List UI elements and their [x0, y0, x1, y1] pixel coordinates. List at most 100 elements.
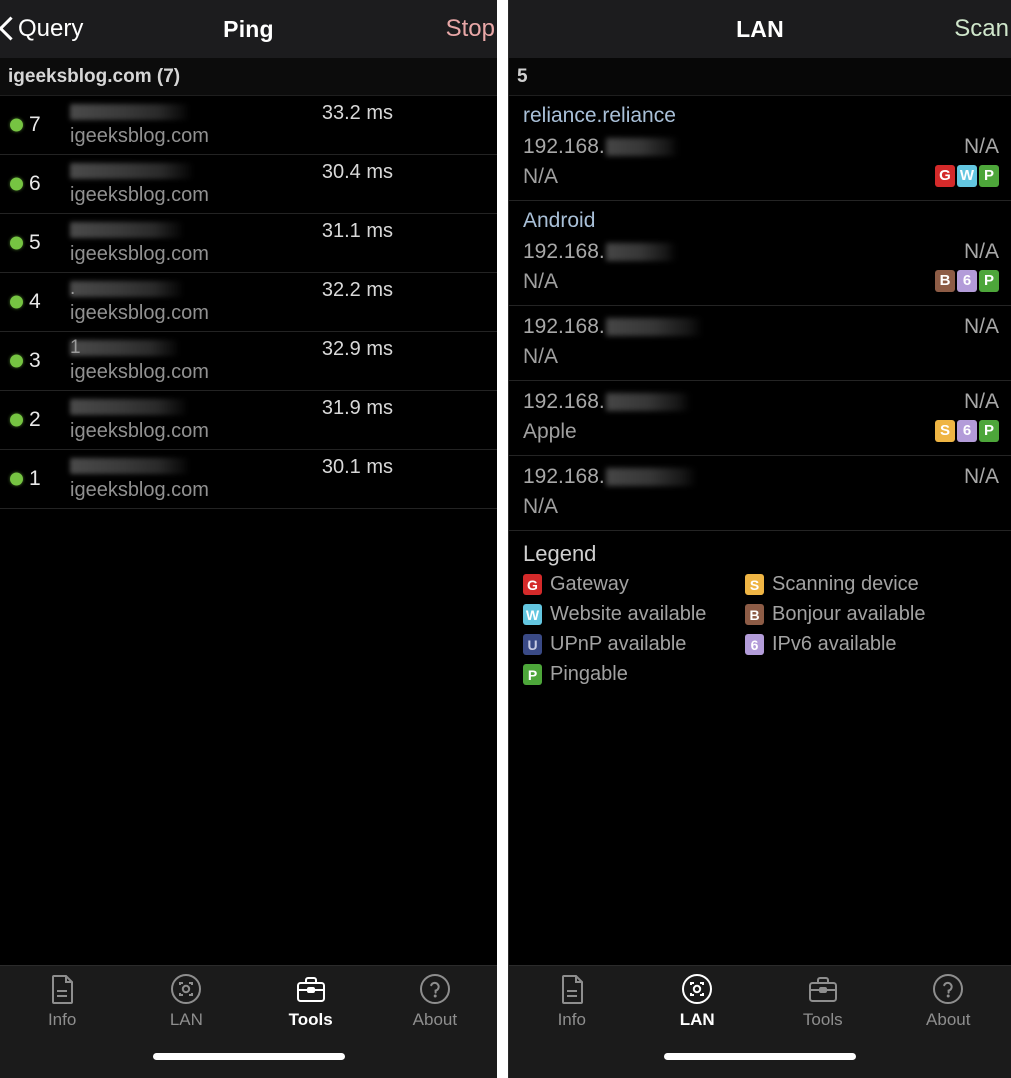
question-circle-icon	[931, 972, 965, 1006]
scan-button[interactable]: Scan	[954, 15, 1009, 43]
ping-status-dot	[10, 295, 23, 309]
legend-item: U UPnP available	[523, 633, 745, 656]
ping-latency: 31.1 ms	[321, 220, 393, 242]
lan-device-row[interactable]: 192.168. N/A N/A	[509, 456, 1011, 531]
lan-row-right-value: N/A	[963, 390, 999, 413]
document-icon	[555, 972, 589, 1006]
legend-item: P Pingable	[523, 663, 745, 686]
badge-6: 6	[957, 270, 977, 292]
ping-status-dot	[10, 236, 23, 250]
legend-item: B Bonjour available	[745, 603, 997, 626]
ping-latency: 32.2 ms	[321, 279, 393, 301]
dual-phone-screenshot: Query Ping Stop igeeksblog.com (7) 7 igee…	[0, 0, 1011, 1078]
lan-device-list: reliance.reliance 192.168. N/A N/A G W P Androi…	[509, 96, 1011, 531]
badge-w: W	[957, 165, 977, 187]
legend-label: Bonjour available	[772, 603, 926, 625]
ping-sequence-number: 2	[29, 408, 41, 431]
lan-device-vendor: N/A	[523, 165, 559, 188]
lan-vendor-line: N/A	[523, 492, 999, 522]
tab-about[interactable]: About	[886, 972, 1011, 1030]
legend-label: IPv6 available	[772, 633, 897, 655]
legend-badge-6: 6	[745, 634, 764, 655]
legend-item: G Gateway	[523, 573, 745, 596]
briefcase-icon	[294, 972, 328, 1006]
ping-hostname: igeeksblog.com	[70, 184, 209, 206]
legend-label: Website available	[550, 603, 707, 625]
legend-badge-g: G	[523, 574, 542, 595]
ping-sequence-number: 3	[29, 349, 41, 372]
home-indicator[interactable]	[152, 1053, 345, 1060]
ping-ip-redacted	[70, 281, 182, 297]
legend-label: Pingable	[550, 663, 628, 685]
tab-tools[interactable]: Tools	[760, 972, 886, 1030]
tab-label: Info	[557, 1010, 586, 1029]
home-indicator[interactable]	[664, 1053, 856, 1060]
ping-ip-redacted	[70, 399, 186, 415]
lan-device-row[interactable]: reliance.reliance 192.168. N/A N/A G W P	[509, 96, 1011, 201]
lan-device-vendor: N/A	[523, 345, 559, 368]
tab-info[interactable]: Info	[0, 972, 124, 1030]
ping-row[interactable]: 1 igeeksblog.com 30.1 ms	[0, 450, 497, 509]
lan-ip-address: 192.168.	[523, 462, 696, 492]
stop-button[interactable]: Stop	[446, 15, 495, 43]
tab-lan[interactable]: LAN	[635, 972, 761, 1030]
tab-info[interactable]: Info	[509, 972, 635, 1030]
lan-ip-line: 192.168. N/A	[523, 312, 999, 342]
lan-device-name: reliance.reliance	[523, 104, 676, 127]
legend-label: UPnP available	[550, 633, 687, 655]
lan-row-right-value: N/A	[963, 465, 999, 488]
ping-status-dot	[10, 413, 23, 427]
ping-status-dot	[10, 472, 23, 486]
ping-row[interactable]: 4. igeeksblog.com 32.2 ms	[0, 273, 497, 332]
legend-badge-u: U	[523, 634, 542, 655]
legend-badge-w: W	[523, 604, 542, 625]
lan-device-row[interactable]: 192.168. N/A Apple S 6 P	[509, 381, 1011, 456]
right-phone-screen: LAN Scan 5 reliance.reliance 192.168. N/A N…	[508, 0, 1011, 1078]
tab-label: Tools	[288, 1010, 333, 1029]
ping-ip-redacted	[70, 222, 182, 238]
tab-about[interactable]: About	[373, 972, 497, 1030]
ping-ip-visible-prefix: 1	[70, 337, 81, 358]
lan-device-vendor: N/A	[523, 495, 559, 518]
tab-tools[interactable]: Tools	[249, 972, 373, 1030]
lan-page-title: LAN	[736, 15, 784, 42]
ping-row[interactable]: 2 igeeksblog.com 31.9 ms	[0, 391, 497, 450]
lan-device-row[interactable]: 192.168. N/A N/A	[509, 306, 1011, 381]
lan-row-right-value: N/A	[963, 135, 999, 158]
ping-page-title: Ping	[223, 15, 274, 42]
question-circle-icon	[418, 972, 452, 1006]
lan-ip-address: 192.168.	[523, 312, 702, 342]
ping-row[interactable]: 5 igeeksblog.com 31.1 ms	[0, 214, 497, 273]
badge-b: B	[935, 270, 955, 292]
badge-p: P	[979, 165, 999, 187]
legend-item: S Scanning device	[745, 573, 997, 596]
lan-capability-badges: B6P	[935, 270, 999, 292]
ping-ip-redacted	[70, 104, 188, 120]
lan-ip-redacted	[605, 468, 696, 487]
ping-sequence-number: 1	[29, 467, 41, 490]
ping-ip-redacted	[70, 458, 188, 474]
scan-icon	[169, 972, 203, 1006]
lan-device-row[interactable]: Android 192.168. N/A N/A B 6 P	[509, 201, 1011, 306]
legend-badge-p: P	[523, 664, 542, 685]
ping-hostname: igeeksblog.com	[70, 420, 209, 442]
ping-row[interactable]: 7 igeeksblog.com 33.2 ms	[0, 96, 497, 155]
ping-latency: 30.1 ms	[321, 456, 393, 478]
ping-row[interactable]: 3 1 igeeksblog.com 32.9 ms	[0, 332, 497, 391]
lan-ip-line: 192.168. N/A	[523, 237, 999, 267]
tab-label: About	[412, 1010, 458, 1029]
legend-title: Legend	[523, 541, 597, 566]
badge-p: P	[979, 420, 999, 442]
legend-badge-b: B	[745, 604, 764, 625]
ping-latency: 30.4 ms	[321, 161, 393, 183]
badge-p: P	[979, 270, 999, 292]
ping-hostname: igeeksblog.com	[70, 243, 209, 265]
lan-ip-address: 192.168.	[523, 387, 690, 417]
ping-row[interactable]: 6 igeeksblog.com 30.4 ms	[0, 155, 497, 214]
ping-latency: 31.9 ms	[321, 397, 393, 419]
legend-item: W Website available	[523, 603, 745, 626]
tab-lan[interactable]: LAN	[124, 972, 248, 1030]
lan-ip-redacted	[605, 138, 678, 157]
lan-vendor-line: N/A G W P	[523, 162, 999, 192]
ping-latency: 33.2 ms	[321, 102, 393, 124]
